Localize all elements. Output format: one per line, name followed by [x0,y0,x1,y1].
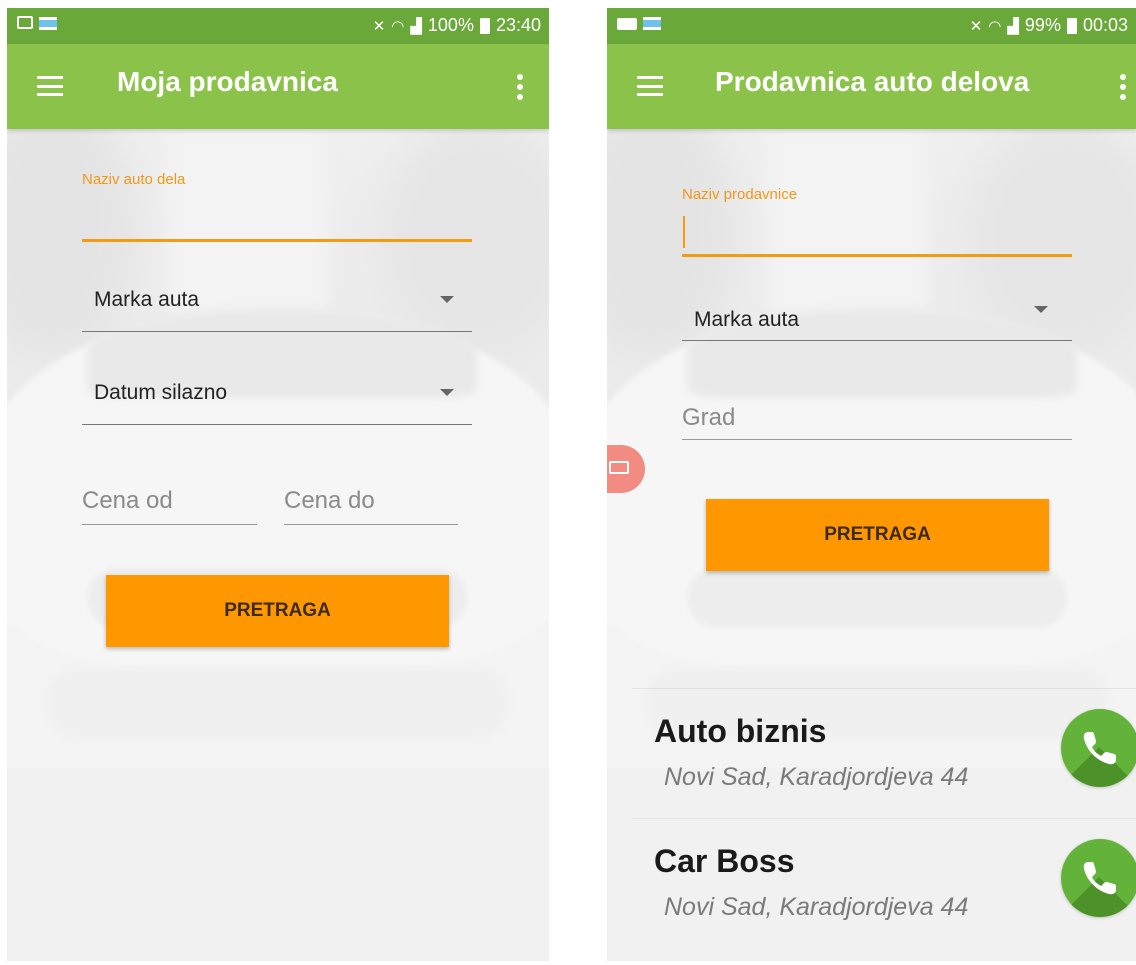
sort-value: Datum silazno [94,381,228,404]
mute-icon: ✕ [969,17,983,35]
app-bar: Prodavnica auto delova [607,44,1136,129]
wifi-icon: ◠ [391,17,405,35]
battery-percent: 100% [427,15,474,35]
call-button[interactable] [1061,839,1136,917]
dropdown-underline [682,340,1072,341]
search-button[interactable]: PRETRAGA [106,575,449,647]
price-from-input[interactable]: Cena od [82,483,257,525]
signal-icon: ▟ [1007,17,1019,35]
price-to-input[interactable]: Cena do [284,483,458,525]
store-address: Novi Sad, Karadjordjeva 44 [664,763,969,791]
page-title: Moja prodavnica [117,66,338,97]
sort-dropdown[interactable]: Datum silazno [82,371,472,425]
phone-icon [1083,862,1116,895]
menu-icon[interactable] [37,76,63,96]
overflow-menu-icon[interactable] [1120,74,1126,100]
store-name-underline [682,254,1072,257]
right-phone-screen: ✕ ◠ ▟ 99% 00:03 Prodavnica auto delova N… [607,8,1136,961]
menu-icon[interactable] [637,76,663,96]
dropdown-underline [82,331,472,332]
part-name-label: Naziv auto dela [82,171,186,188]
search-button[interactable]: PRETRAGA [706,499,1049,571]
status-bar: ✕ ◠ ▟ 99% 00:03 [607,8,1136,44]
left-phone-screen: ✕ ◠ ▟ 100% 23:40 Moja prodavnica Naziv a… [7,8,549,961]
clock: 23:40 [495,15,541,35]
part-name-input[interactable] [82,198,472,238]
store-address: Novi Sad, Karadjordjeva 44 [664,893,969,921]
battery-percent: 99% [1024,15,1061,35]
gallery-notification-icon [17,16,33,29]
call-button[interactable] [1061,709,1136,787]
status-bar: ✕ ◠ ▟ 100% 23:40 [7,8,549,44]
dropdown-arrow-icon [440,296,454,303]
clock: 00:03 [1082,15,1128,35]
phone-icon [1083,732,1116,765]
flag-notification-icon [39,17,57,30]
wifi-icon: ◠ [988,17,1002,35]
video-notification-icon [617,18,637,30]
city-input[interactable]: Grad [682,398,1072,440]
dropdown-arrow-icon [440,389,454,396]
mute-icon: ✕ [372,17,386,35]
store-name: Auto biznis [654,713,827,749]
store-name-input[interactable] [682,213,1072,253]
input-underline [682,439,1072,440]
store-name: Car Boss [654,843,795,879]
list-item[interactable]: Auto biznis Novi Sad, Karadjordjeva 44 [632,688,1136,817]
app-bar: Moja prodavnica [7,44,549,129]
flag-notification-icon [643,17,661,30]
input-underline [82,524,257,525]
car-brand-dropdown[interactable]: Marka auta [82,278,472,332]
car-brand-value: Marka auta [694,308,800,331]
signal-icon: ▟ [410,17,422,35]
price-to-placeholder: Cena do [284,487,375,514]
battery-icon [1066,17,1077,34]
city-placeholder: Grad [682,404,736,431]
price-from-placeholder: Cena od [82,487,173,514]
store-name-label: Naziv prodavnice [682,186,798,203]
dropdown-arrow-icon [1034,306,1048,313]
part-name-underline [82,239,472,242]
input-underline [284,524,458,525]
car-brand-value: Marka auta [94,288,200,311]
overflow-menu-icon[interactable] [517,74,523,100]
dropdown-underline [82,424,472,425]
list-item[interactable]: Car Boss Novi Sad, Karadjordjeva 44 [632,818,1136,947]
page-title: Prodavnica auto delova [715,66,1030,97]
car-brand-dropdown[interactable]: Marka auta [682,293,1072,341]
text-cursor [683,216,685,248]
camera-icon [609,461,629,474]
battery-icon [479,17,490,34]
